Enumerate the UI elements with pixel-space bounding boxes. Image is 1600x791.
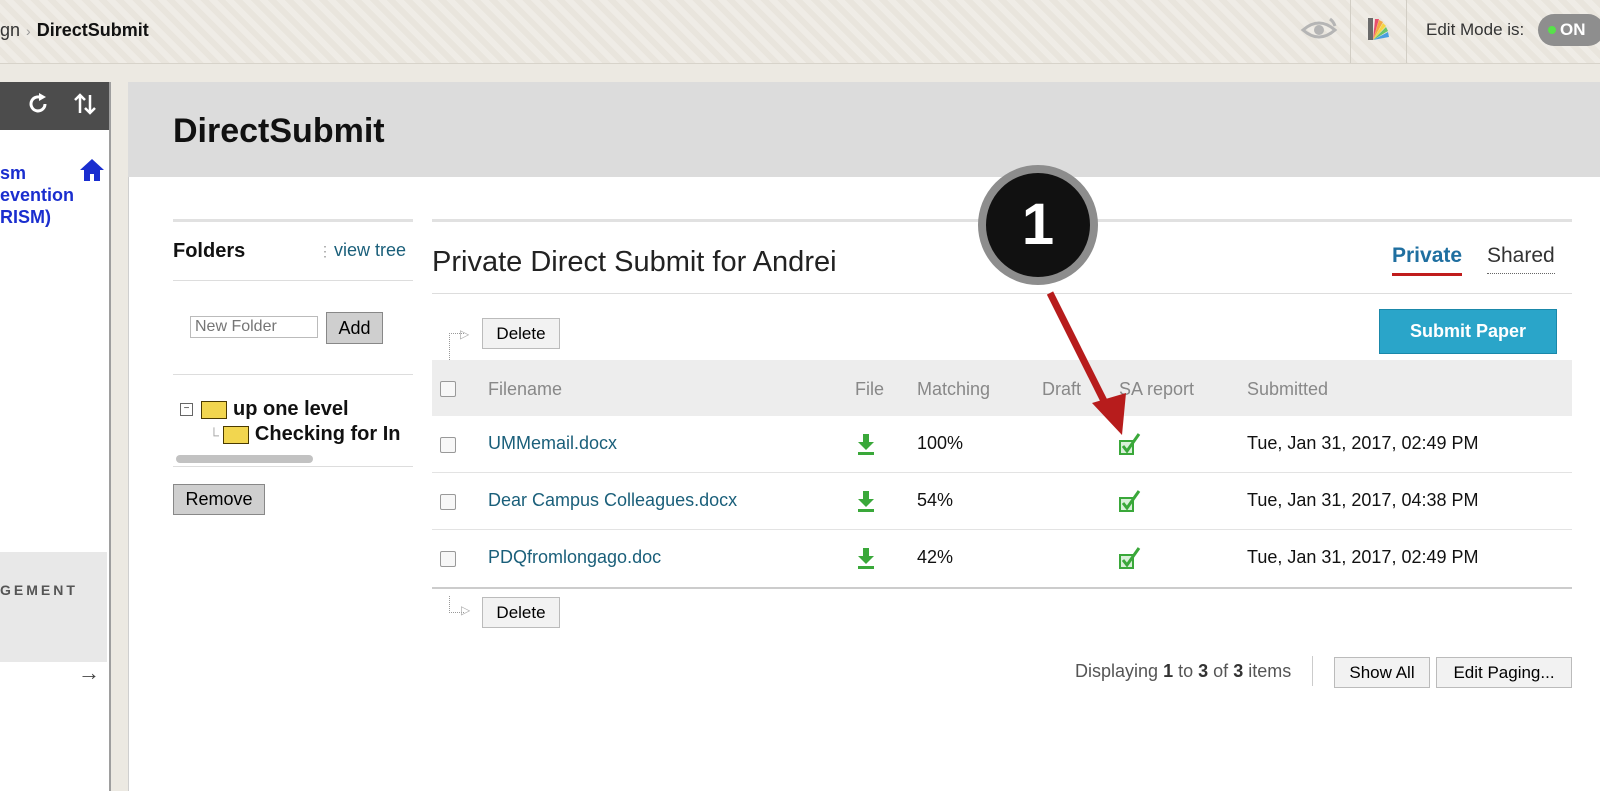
tab-private[interactable]: Private: [1392, 244, 1463, 276]
submit-paper-button[interactable]: Submit Paper: [1379, 309, 1557, 354]
row-checkbox[interactable]: [440, 437, 456, 453]
delete-button[interactable]: Delete: [482, 318, 560, 349]
paging-prefix: Displaying: [1075, 661, 1159, 681]
divider: [432, 293, 1572, 294]
tab-shared[interactable]: Shared: [1487, 244, 1555, 274]
sa-report-icon[interactable]: [1119, 546, 1143, 575]
sa-report-icon[interactable]: [1119, 489, 1143, 518]
sort-icon[interactable]: [73, 92, 97, 122]
status-dot-icon: [1548, 26, 1556, 34]
column-header-filename[interactable]: Filename: [488, 379, 562, 400]
paging-to-word: to: [1178, 661, 1194, 681]
submit-panel-title: Private Direct Submit for Andrei: [432, 246, 837, 278]
arrow-right-icon[interactable]: →: [78, 660, 100, 686]
paging-items-word: items: [1248, 661, 1292, 681]
download-icon[interactable]: [857, 490, 875, 517]
table-bottom-border: [432, 587, 1572, 589]
divider: [1406, 0, 1407, 63]
divider: [173, 466, 413, 467]
course-title-line: evention: [0, 185, 75, 205]
course-title-link[interactable]: sm evention RISM): [0, 162, 74, 228]
connector-arrow-icon: ▷: [461, 603, 471, 617]
refresh-icon[interactable]: [26, 92, 50, 122]
column-header-submitted[interactable]: Submitted: [1247, 379, 1328, 400]
matching-percent: 54%: [917, 490, 954, 510]
collapse-icon[interactable]: [0, 94, 6, 122]
management-label: GEMENT: [0, 582, 78, 598]
course-title-line: RISM): [0, 207, 51, 227]
column-header-file: File: [855, 379, 885, 399]
paging-total: 3: [1233, 661, 1244, 681]
annotation-arrow: [1046, 291, 1126, 435]
annotation-callout: 1: [978, 165, 1098, 285]
row-checkbox[interactable]: [440, 494, 456, 510]
student-preview-eye-icon[interactable]: [1300, 14, 1338, 51]
view-tree-link[interactable]: ⋮ view tree: [318, 240, 406, 261]
folder-icon: [222, 425, 249, 444]
page-title: DirectSubmit: [173, 112, 385, 150]
edit-mode-value: ON: [1560, 20, 1586, 39]
download-icon[interactable]: [857, 547, 875, 574]
submitted-date: Tue, Jan 31, 2017, 04:38 PM: [1247, 490, 1479, 510]
breadcrumb-separator: ›: [26, 23, 31, 39]
folders-heading: Folders: [173, 240, 246, 262]
divider: [173, 219, 413, 222]
edit-paging-button[interactable]: Edit Paging...: [1436, 657, 1572, 688]
horizontal-scrollbar[interactable]: [176, 455, 313, 463]
folder-tree-item[interactable]: − up one level: [180, 398, 349, 421]
paging-info: Displaying 1 to 3 of 3 items: [1075, 661, 1291, 682]
divider: [173, 374, 413, 375]
filename-link[interactable]: PDQfromlongago.doc: [488, 547, 661, 568]
paging-of-word: of: [1213, 661, 1229, 681]
tree-connector-icon: └: [209, 427, 219, 443]
remove-folder-button[interactable]: Remove: [173, 484, 265, 515]
column-header-matching[interactable]: Matching: [917, 379, 990, 400]
breadcrumb: gn › DirectSubmit: [0, 20, 149, 41]
download-icon[interactable]: [857, 433, 875, 460]
divider: [173, 280, 413, 281]
filename-link[interactable]: UMMemail.docx: [488, 433, 617, 454]
divider: [1312, 656, 1313, 686]
new-folder-input[interactable]: [190, 316, 318, 338]
add-folder-button[interactable]: Add: [326, 312, 383, 344]
divider: [1350, 0, 1351, 63]
filename-link[interactable]: Dear Campus Colleagues.docx: [488, 490, 737, 511]
color-palette-icon[interactable]: [1366, 16, 1392, 47]
collapse-node-icon[interactable]: −: [180, 403, 193, 417]
edit-mode-toggle[interactable]: ON: [1538, 14, 1600, 46]
top-bar: [0, 0, 1600, 64]
table-header: [432, 360, 1572, 416]
matching-percent: 42%: [917, 547, 954, 567]
show-all-button[interactable]: Show All: [1334, 657, 1430, 688]
folder-icon: [201, 400, 227, 419]
course-menu-toolbar: [0, 82, 109, 130]
delete-button-bottom[interactable]: Delete: [482, 597, 560, 628]
paging-from: 1: [1163, 661, 1174, 681]
submitted-date: Tue, Jan 31, 2017, 02:49 PM: [1247, 433, 1479, 453]
paging-to: 3: [1198, 661, 1209, 681]
matching-percent: 100%: [917, 433, 964, 453]
folder-label: up one level: [233, 398, 349, 420]
select-all-checkbox[interactable]: [440, 381, 456, 397]
view-tree-label: view tree: [334, 240, 407, 260]
edit-mode-label: Edit Mode is:: [1426, 20, 1525, 39]
submitted-date: Tue, Jan 31, 2017, 02:49 PM: [1247, 547, 1479, 567]
folder-label: Checking for In: [254, 423, 401, 445]
course-title-line: sm: [0, 163, 27, 183]
home-icon[interactable]: [79, 158, 105, 187]
folder-tree-item[interactable]: └ Checking for In: [209, 423, 413, 446]
row-checkbox[interactable]: [440, 551, 456, 567]
control-panel-section: [0, 552, 107, 662]
breadcrumb-item[interactable]: gn: [0, 20, 20, 40]
breadcrumb-current: DirectSubmit: [36, 20, 149, 40]
tree-icon: ⋮: [318, 243, 332, 259]
connector-arrow-icon: ▷: [460, 327, 470, 341]
